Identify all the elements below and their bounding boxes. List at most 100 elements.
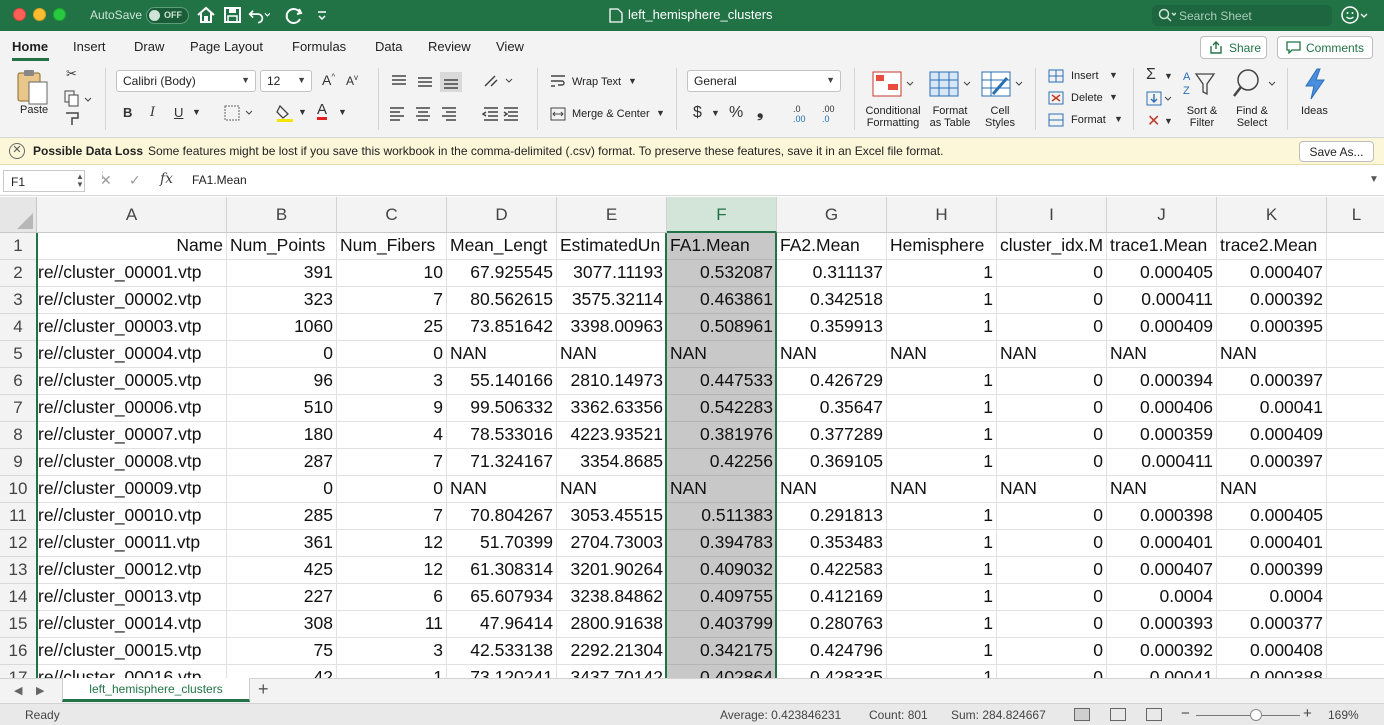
table-cell[interactable]: 0.000401 xyxy=(1217,530,1327,557)
table-cell[interactable]: 0.463861 xyxy=(667,287,777,314)
table-cell[interactable]: 51.70399 xyxy=(447,530,557,557)
table-cell[interactable] xyxy=(1327,611,1384,638)
insert-cells-button[interactable]: Insert xyxy=(1071,70,1099,82)
table-cell[interactable]: 73.120241 xyxy=(447,665,557,678)
table-cell[interactable]: 99.506332 xyxy=(447,395,557,422)
row-header[interactable]: 5 xyxy=(0,341,37,368)
table-cell[interactable]: re//cluster_00015.vtp xyxy=(37,638,227,665)
table-cell[interactable]: NAN xyxy=(667,476,777,503)
table-cell[interactable]: 11 xyxy=(337,611,447,638)
header-cell[interactable]: EstimatedUn xyxy=(557,233,667,260)
table-cell[interactable] xyxy=(1327,503,1384,530)
table-cell[interactable]: 0.000393 xyxy=(1107,611,1217,638)
decrease-decimal-button[interactable]: .00.0 xyxy=(822,104,835,124)
table-cell[interactable]: 78.533016 xyxy=(447,422,557,449)
table-cell[interactable]: re//cluster_00016.vtp xyxy=(37,665,227,678)
column-header-i[interactable]: I xyxy=(997,197,1107,233)
table-cell[interactable]: 0 xyxy=(227,341,337,368)
table-cell[interactable] xyxy=(1327,584,1384,611)
header-cell[interactable]: Num_Fibers xyxy=(337,233,447,260)
zoom-out-icon[interactable]: − xyxy=(1181,705,1190,722)
orientation-icon[interactable] xyxy=(483,72,517,90)
header-cell[interactable]: Hemisphere xyxy=(887,233,997,260)
undo-icon[interactable] xyxy=(248,5,270,25)
row-header[interactable]: 3 xyxy=(0,287,37,314)
row-header[interactable]: 9 xyxy=(0,449,37,476)
table-cell[interactable]: NAN xyxy=(447,341,557,368)
table-cell[interactable]: NAN xyxy=(447,476,557,503)
table-cell[interactable]: 3354.8685 xyxy=(557,449,667,476)
table-cell[interactable]: 1 xyxy=(887,584,997,611)
chevron-down-icon[interactable]: ▼ xyxy=(711,108,720,118)
chevron-down-icon[interactable]: ▼ xyxy=(628,76,637,86)
table-cell[interactable]: 3053.45515 xyxy=(557,503,667,530)
insert-function-icon[interactable]: fx xyxy=(160,171,173,187)
table-cell[interactable] xyxy=(1327,260,1384,287)
row-header[interactable]: 16 xyxy=(0,638,37,665)
row-header[interactable]: 4 xyxy=(0,314,37,341)
table-cell[interactable]: 0.403799 xyxy=(667,611,777,638)
header-cell[interactable]: Name xyxy=(37,233,227,260)
table-cell[interactable]: 0.00041 xyxy=(1217,395,1327,422)
tab-formulas[interactable]: Formulas xyxy=(292,39,346,54)
table-cell[interactable]: 0.000405 xyxy=(1107,260,1217,287)
table-cell[interactable]: 0 xyxy=(997,368,1107,395)
table-cell[interactable]: 1060 xyxy=(227,314,337,341)
home-icon[interactable] xyxy=(195,5,217,25)
paste-icon[interactable] xyxy=(16,68,50,106)
chevron-down-icon[interactable]: ▼ xyxy=(1164,71,1173,81)
zoom-slider-handle[interactable] xyxy=(1250,709,1262,721)
tab-insert[interactable]: Insert xyxy=(73,39,106,54)
tab-data[interactable]: Data xyxy=(375,39,402,54)
header-cell[interactable]: trace1.Mean xyxy=(1107,233,1217,260)
table-cell[interactable] xyxy=(1327,341,1384,368)
clear-icon[interactable]: ✕ xyxy=(1147,111,1160,131)
table-cell[interactable]: NAN xyxy=(997,341,1107,368)
table-cell[interactable]: NAN xyxy=(887,476,997,503)
table-cell[interactable]: 10 xyxy=(337,260,447,287)
table-cell[interactable]: 0.000406 xyxy=(1107,395,1217,422)
table-cell[interactable]: NAN xyxy=(557,476,667,503)
table-cell[interactable] xyxy=(1327,422,1384,449)
table-cell[interactable]: 0 xyxy=(997,503,1107,530)
grow-font-icon[interactable]: A^ xyxy=(322,72,335,88)
chevron-down-icon[interactable]: ▼ xyxy=(192,107,201,117)
table-cell[interactable]: 4223.93521 xyxy=(557,422,667,449)
page-break-view-icon[interactable] xyxy=(1146,708,1162,721)
chevron-down-icon[interactable]: ▼ xyxy=(1109,92,1118,102)
next-sheet-icon[interactable]: ▶ xyxy=(36,684,44,697)
table-cell[interactable]: 0 xyxy=(997,557,1107,584)
sort-filter-icon[interactable]: A Z xyxy=(1182,68,1218,100)
table-cell[interactable]: 0.000392 xyxy=(1217,287,1327,314)
table-cell[interactable]: 0.000411 xyxy=(1107,449,1217,476)
font-name-select[interactable]: Calibri (Body) ▼ xyxy=(116,70,256,92)
table-cell[interactable]: 4 xyxy=(337,422,447,449)
search-sheet-input[interactable]: Search Sheet xyxy=(1152,5,1332,26)
add-sheet-icon[interactable]: + xyxy=(258,679,269,700)
table-cell[interactable]: 0.000408 xyxy=(1217,638,1327,665)
zoom-slider[interactable] xyxy=(1196,715,1300,716)
table-cell[interactable]: re//cluster_00012.vtp xyxy=(37,557,227,584)
close-window-button[interactable] xyxy=(13,8,26,21)
row-header[interactable]: 2 xyxy=(0,260,37,287)
table-cell[interactable]: 0 xyxy=(997,287,1107,314)
tab-view[interactable]: View xyxy=(496,39,524,54)
table-cell[interactable]: 0.342518 xyxy=(777,287,887,314)
table-cell[interactable]: 0.359913 xyxy=(777,314,887,341)
column-header-b[interactable]: B xyxy=(227,197,337,233)
table-cell[interactable]: 0.000407 xyxy=(1107,557,1217,584)
table-cell[interactable]: 0 xyxy=(997,530,1107,557)
table-cell[interactable] xyxy=(1327,449,1384,476)
table-cell[interactable]: NAN xyxy=(777,476,887,503)
autosum-icon[interactable]: Σ xyxy=(1146,66,1156,84)
table-cell[interactable]: 0.000401 xyxy=(1107,530,1217,557)
table-cell[interactable]: re//cluster_00007.vtp xyxy=(37,422,227,449)
row-header[interactable]: 12 xyxy=(0,530,37,557)
table-cell[interactable]: re//cluster_00010.vtp xyxy=(37,503,227,530)
table-cell[interactable]: 0 xyxy=(337,341,447,368)
dismiss-message-icon[interactable]: ✕ xyxy=(9,143,25,159)
table-cell[interactable]: 1 xyxy=(887,503,997,530)
table-cell[interactable]: 0 xyxy=(997,422,1107,449)
table-cell[interactable]: 0.000409 xyxy=(1217,422,1327,449)
column-header-d[interactable]: D xyxy=(447,197,557,233)
